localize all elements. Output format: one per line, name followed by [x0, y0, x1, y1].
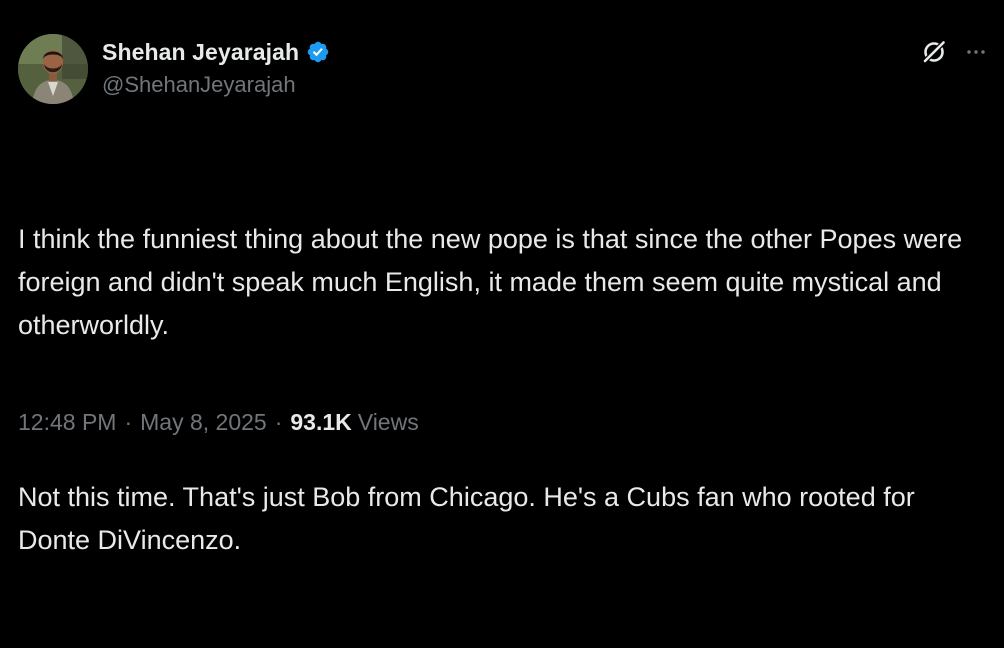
views-label[interactable]: Views: [358, 409, 419, 436]
author-name-row: Shehan Jeyarajah: [102, 36, 330, 68]
avatar[interactable]: [18, 34, 88, 104]
author-display-name[interactable]: Shehan Jeyarajah: [102, 39, 299, 66]
meta-separator: ·: [274, 409, 283, 435]
tweet-text: I think the funniest thing about the new…: [18, 132, 988, 648]
verified-badge-icon[interactable]: [306, 40, 330, 64]
tweet-meta: 12:48 PM · May 8, 2025 · 93.1K Views: [18, 409, 419, 436]
meta-separator: ·: [124, 409, 133, 435]
avatar-image: [18, 34, 88, 104]
tweet-date[interactable]: May 8, 2025: [140, 409, 267, 436]
author-handle[interactable]: @ShehanJeyarajah: [102, 72, 296, 98]
tweet-time[interactable]: 12:48 PM: [18, 409, 116, 436]
tweet-paragraph: I think the funniest thing about the new…: [18, 224, 970, 340]
tweet-card: Shehan Jeyarajah @ShehanJeyarajah I thin…: [0, 0, 1004, 555]
tweet-top-actions: [920, 38, 990, 66]
more-options-icon[interactable]: [962, 38, 990, 66]
grok-icon[interactable]: [920, 38, 948, 66]
views-count[interactable]: 93.1K: [290, 409, 351, 436]
tweet-paragraph: Not this time. That's just Bob from Chic…: [18, 482, 923, 555]
